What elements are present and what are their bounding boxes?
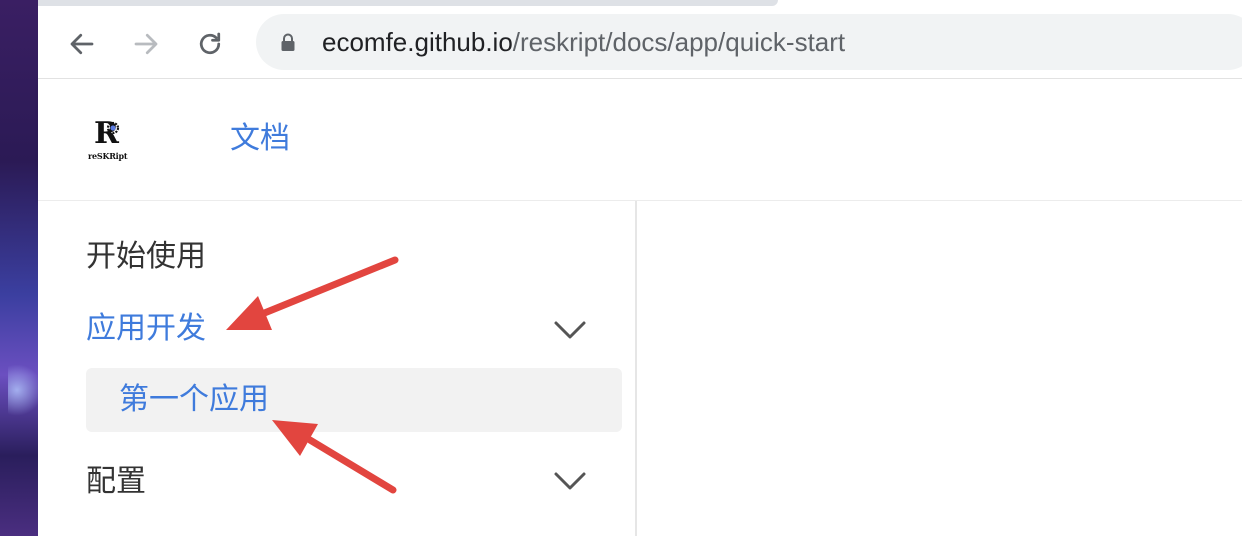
chevron-down-icon[interactable] xyxy=(553,471,587,491)
lock-icon xyxy=(281,33,295,51)
address-bar[interactable]: ecomfe.github.io/reskript/docs/app/quick… xyxy=(256,14,1242,70)
desktop-background xyxy=(0,0,38,536)
gear-icon xyxy=(106,121,120,135)
url-text: ecomfe.github.io/reskript/docs/app/quick… xyxy=(322,25,845,59)
url-host: ecomfe.github.io xyxy=(322,27,513,57)
sidebar-item-app-development[interactable]: 应用开发 xyxy=(86,309,206,349)
reload-icon xyxy=(199,32,221,55)
browser-toolbar: ecomfe.github.io/reskript/docs/app/quick… xyxy=(38,6,1242,79)
site-logo[interactable]: R reSKRipt xyxy=(88,117,132,165)
sidebar-item-config[interactable]: 配置 xyxy=(86,462,146,502)
sidebar-subitem-label: 第一个应用 xyxy=(119,382,269,417)
sidebar: 开始使用 应用开发 第一个应用 配置 xyxy=(38,201,637,536)
main-content xyxy=(637,201,1242,536)
back-button[interactable] xyxy=(64,26,100,62)
sidebar-subitem-first-app[interactable]: 第一个应用 xyxy=(86,368,622,432)
site-header: R reSKRipt 文档 xyxy=(38,79,1242,201)
sidebar-item-getting-started[interactable]: 开始使用 xyxy=(86,237,206,277)
reload-button[interactable] xyxy=(192,26,228,62)
nav-docs-link[interactable]: 文档 xyxy=(230,119,290,159)
url-path: /reskript/docs/app/quick-start xyxy=(512,27,846,57)
chevron-down-icon[interactable] xyxy=(553,320,587,340)
back-arrow-icon xyxy=(70,33,94,55)
forward-arrow-icon xyxy=(134,33,158,55)
browser-window: ecomfe.github.io/reskript/docs/app/quick… xyxy=(38,0,1242,536)
logo-text: reSKRipt xyxy=(88,151,128,161)
forward-button[interactable] xyxy=(128,26,164,62)
